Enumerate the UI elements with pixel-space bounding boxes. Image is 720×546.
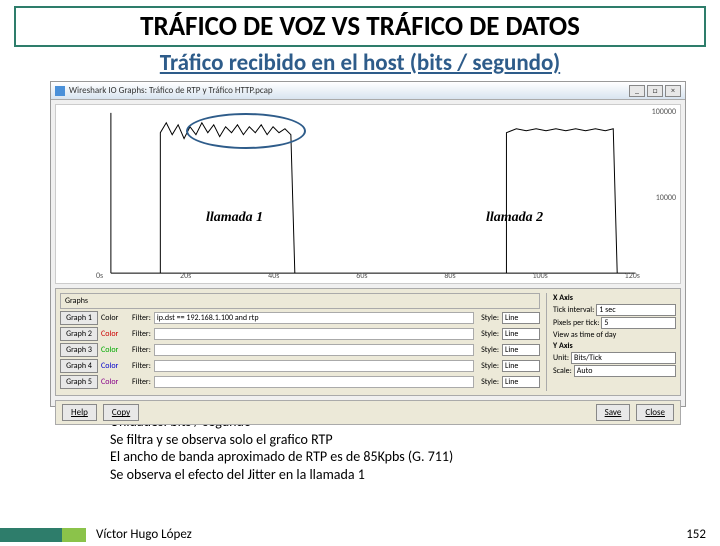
chart-label-call1: llamada 1 [206,210,263,226]
style-select[interactable]: Line [502,328,540,340]
filter-input[interactable] [154,328,474,340]
graph-row: Graph 3ColorFilter: Style:Line [60,343,540,357]
graph-row: Graph 5ColorFilter: Style:Line [60,375,540,389]
color-label: Color [101,313,129,323]
x-axis-ticks: 0s 20s 40s 60s 80s 100s 120s [96,271,640,281]
x-tick: 120s [625,271,640,281]
yaxis-header: Y Axis [553,341,676,351]
color-label: Color [101,377,129,387]
footer-color-bar [0,528,86,542]
unit-label: Unit: [553,353,569,363]
style-label: Style: [481,329,499,339]
help-button[interactable]: Help [62,404,97,421]
tick-interval-select[interactable]: 1 sec [596,304,676,316]
minimize-button[interactable]: _ [629,85,645,97]
close-dialog-button[interactable]: Close [636,404,674,421]
style-label: Style: [481,361,499,371]
page-subtitle: Tráfico recibido en el host (bits / segu… [0,49,720,77]
io-graph-chart: 100000 10000 llamada 1 llamada 2 0s 20s … [55,104,681,284]
x-tick: 100s [532,271,547,281]
graph-toggle-button[interactable]: Graph 5 [60,375,98,389]
style-label: Style: [481,345,499,355]
tick-interval-label: Tick interval: [553,305,594,315]
unit-select[interactable]: Bits/Tick [571,352,676,364]
window-title: Wireshark IO Graphs: Tráfico de RTP y Tr… [69,85,629,96]
xaxis-header: X Axis [553,293,676,303]
note-line: Se observa el efecto del Jitter en la ll… [110,466,720,484]
maximize-button[interactable]: □ [647,85,663,97]
wireshark-window: Wireshark IO Graphs: Tráfico de RTP y Tr… [50,81,686,407]
app-icon [55,86,65,96]
chart-label-call2: llamada 2 [486,210,543,226]
color-label: Color [101,361,129,371]
jitter-ellipse-annotation [186,113,306,149]
save-button[interactable]: Save [596,404,631,421]
x-tick: 0s [96,271,103,281]
filter-label: Filter: [132,345,151,355]
y-tick: 10000 [656,193,676,203]
filter-label: Filter: [132,329,151,339]
pixels-per-tick-label: Pixels per tick: [553,318,599,328]
graph-toggle-button[interactable]: Graph 1 [60,311,98,325]
title-box: TRÁFICO DE VOZ VS TRÁFICO DE DATOS [14,6,706,47]
page-title: TRÁFICO DE VOZ VS TRÁFICO DE DATOS [24,10,696,43]
pixels-per-tick-select[interactable]: 5 [601,317,676,329]
graph-row: Graph 1ColorFilter:ip.dst == 192.168.1.1… [60,311,540,325]
color-label: Color [101,329,129,339]
y-tick: 100000 [652,107,676,117]
x-tick: 60s [356,271,367,281]
filter-input[interactable] [154,360,474,372]
graph-toggle-button[interactable]: Graph 2 [60,327,98,341]
style-label: Style: [481,313,499,323]
style-select[interactable]: Line [502,360,540,372]
scale-label: Scale: [553,366,572,376]
view-time-label: View as time of day [553,330,616,340]
filter-label: Filter: [132,377,151,387]
style-select[interactable]: Line [502,312,540,324]
copy-button[interactable]: Copy [103,404,139,421]
filter-input[interactable]: ip.dst == 192.168.1.100 and rtp [154,312,474,324]
filter-label: Filter: [132,361,151,371]
style-select[interactable]: Line [502,376,540,388]
graph-row: Graph 4ColorFilter: Style:Line [60,359,540,373]
color-label: Color [101,345,129,355]
x-tick: 80s [444,271,455,281]
scale-select[interactable]: Auto [574,365,676,377]
graph-row: Graph 2ColorFilter: Style:Line [60,327,540,341]
style-select[interactable]: Line [502,344,540,356]
filter-label: Filter: [132,313,151,323]
note-line: Se filtra y se observa solo el grafico R… [110,431,720,449]
close-button[interactable]: × [665,85,681,97]
style-label: Style: [481,377,499,387]
graphs-panel: Graphs Graph 1ColorFilter:ip.dst == 192.… [55,288,681,396]
graphs-header: Graphs [60,293,540,309]
filter-input[interactable] [154,344,474,356]
chart-svg [56,105,680,283]
graph-toggle-button[interactable]: Graph 3 [60,343,98,357]
filter-input[interactable] [154,376,474,388]
x-tick: 20s [180,271,191,281]
note-line: El ancho de banda aproximado de RTP es d… [110,448,720,466]
x-tick: 40s [268,271,279,281]
dialog-buttons: Help Copy Save Close [55,400,681,425]
window-titlebar: Wireshark IO Graphs: Tráfico de RTP y Tr… [51,82,685,100]
graph-toggle-button[interactable]: Graph 4 [60,359,98,373]
